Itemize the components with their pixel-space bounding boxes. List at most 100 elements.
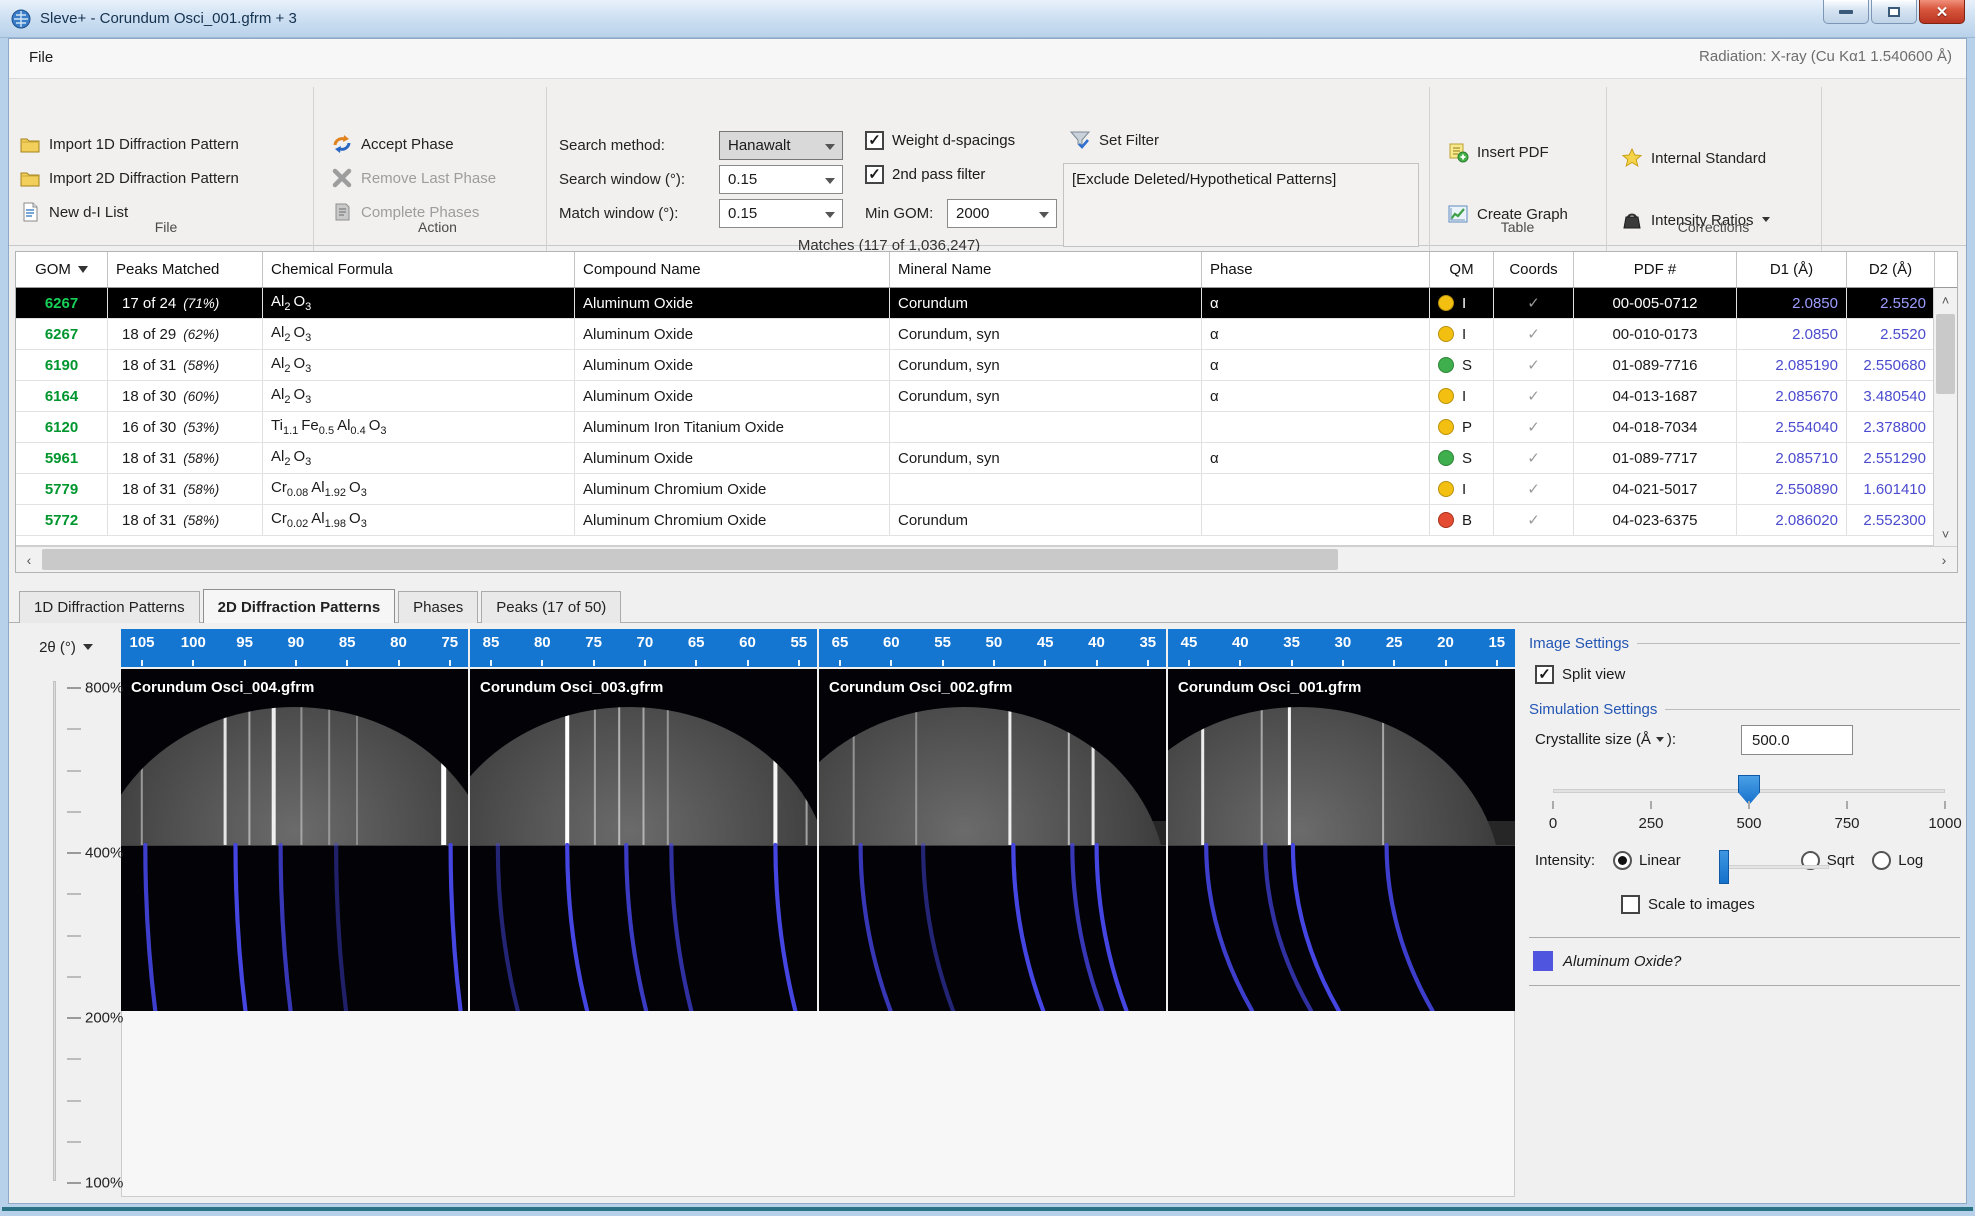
diffraction-panel[interactable]: Corundum Osci_001.gfrm <box>1168 669 1515 1011</box>
checkbox-icon <box>865 131 884 150</box>
gom-value: 5779 <box>24 481 99 498</box>
ruler-tick-label: 35 <box>1275 634 1309 651</box>
intensity-slider-handle[interactable] <box>1719 850 1729 884</box>
set-filter-button[interactable]: Set Filter <box>1069 125 1159 155</box>
button-insert-pdf[interactable]: Insert PDF <box>1447 137 1549 167</box>
button-accept-phase[interactable]: Accept Phase <box>331 129 454 159</box>
scale-to-images-checkbox[interactable]: Scale to images <box>1621 895 1755 914</box>
coords-check-icon: ✓ <box>1502 325 1565 343</box>
table-cell: Corundum <box>890 505 1202 535</box>
menu-file[interactable]: File <box>21 47 61 68</box>
table-row[interactable]: 619018 of 31(58%)Al2O3Aluminum OxideCoru… <box>16 350 1957 381</box>
two-theta-axis-selector[interactable]: 2θ (°) <box>13 627 119 667</box>
table-cell: Aluminum Iron Titanium Oxide <box>575 412 890 442</box>
table-cell: 3.480540 <box>1847 381 1935 411</box>
coords-check-icon: ✓ <box>1502 449 1565 467</box>
filter-icon <box>1069 129 1091 151</box>
diffraction-panel[interactable]: Corundum Osci_002.gfrm <box>819 669 1166 1011</box>
column-header-coords[interactable]: Coords <box>1494 252 1574 287</box>
column-header-gom[interactable]: GOM <box>16 252 108 287</box>
button-import-1d-diffraction-pattern[interactable]: Import 1D Diffraction Pattern <box>19 129 239 159</box>
diffraction-panel[interactable]: Corundum Osci_004.gfrm <box>121 669 468 1011</box>
phase-value: α <box>1210 326 1219 343</box>
minimize-button[interactable] <box>1823 0 1869 24</box>
table-row[interactable]: 616418 of 30(60%)Al2O3Aluminum OxideCoru… <box>16 381 1957 412</box>
filter-expression-box[interactable]: [Exclude Deleted/Hypothetical Patterns] <box>1063 163 1419 247</box>
table-cell: Corundum, syn <box>890 443 1202 473</box>
ruler-tick-label: 80 <box>382 634 416 651</box>
maximize-button[interactable] <box>1871 0 1917 24</box>
diffraction-panel[interactable]: Corundum Osci_003.gfrm <box>470 669 817 1011</box>
column-header-chemical-formula[interactable]: Chemical Formula <box>263 252 575 287</box>
tab-2d-diffraction-patterns[interactable]: 2D Diffraction Patterns <box>203 589 396 623</box>
qm-status-icon <box>1438 481 1454 497</box>
button-remove-last-phase[interactable]: Remove Last Phase <box>331 163 496 193</box>
match-window-input[interactable]: 0.15 <box>719 199 843 228</box>
scroll-right-icon[interactable]: › <box>1931 547 1957 572</box>
column-header-peaks-matched[interactable]: Peaks Matched <box>108 252 263 287</box>
formula-segment: Al1.92 <box>311 479 346 499</box>
scroll-up-icon[interactable]: ˄ <box>1934 288 1957 312</box>
table-cell: 01-089-7716 <box>1574 350 1737 380</box>
intensity-option-log[interactable]: Log <box>1872 851 1923 870</box>
column-header-mineral-name[interactable]: Mineral Name <box>890 252 1202 287</box>
table-hscrollbar[interactable]: ‹ › <box>16 546 1957 572</box>
column-header-qm[interactable]: QM <box>1430 252 1494 287</box>
table-row[interactable]: 577918 of 31(58%)Cr0.08Al1.92O3Aluminum … <box>16 474 1957 505</box>
table-vscrollbar[interactable]: ˄ ˅ <box>1933 288 1957 546</box>
min-gom-input[interactable]: 2000 <box>947 199 1057 228</box>
table-row[interactable]: 596118 of 31(58%)Al2O3Aluminum OxideCoru… <box>16 443 1957 474</box>
phase-legend-item[interactable]: Aluminum Oxide? <box>1533 951 1681 971</box>
coords-check-icon: ✓ <box>1502 356 1565 374</box>
formula-segment: Cr0.02 <box>271 510 308 530</box>
table-cell: Al2O3 <box>263 443 575 473</box>
zoom-slider-track[interactable] <box>53 681 56 1181</box>
button-import-2d-diffraction-pattern[interactable]: Import 2D Diffraction Pattern <box>19 163 239 193</box>
second-pass-filter-checkbox[interactable]: 2nd pass filter <box>865 165 985 184</box>
vscroll-thumb[interactable] <box>1936 314 1955 394</box>
ruler-tick-mark <box>1096 660 1098 666</box>
column-header-compound-name[interactable]: Compound Name <box>575 252 890 287</box>
weight-d-spacings-checkbox[interactable]: Weight d-spacings <box>865 131 1015 150</box>
intensity-slider-track[interactable] <box>1719 865 1829 869</box>
gom-value: 5961 <box>24 450 99 467</box>
close-button[interactable]: ✕ <box>1919 0 1965 24</box>
d1-value: 2.0850 <box>1745 326 1838 343</box>
scroll-down-icon[interactable]: ˅ <box>1934 522 1957 546</box>
table-row[interactable]: 612016 of 30(53%)Ti1.1Fe0.5Al0.4O3Alumin… <box>16 412 1957 443</box>
search-method-select[interactable]: Hanawalt <box>719 131 843 160</box>
slider-tick-mark <box>1944 801 1946 809</box>
tab-peaks-17-of-50-[interactable]: Peaks (17 of 50) <box>481 591 621 623</box>
tab-phases[interactable]: Phases <box>398 591 478 623</box>
scroll-left-icon[interactable]: ‹ <box>16 547 42 572</box>
table-cell <box>890 412 1202 442</box>
ruler-tick-mark <box>141 660 143 666</box>
table-row[interactable]: 626718 of 29(62%)Al2O3Aluminum OxideCoru… <box>16 319 1957 350</box>
d2-value: 2.5520 <box>1855 295 1926 312</box>
split-view-checkbox[interactable]: Split view <box>1535 665 1625 684</box>
peaks-matched-value: 16 of 30 <box>122 419 176 436</box>
column-header-d2-[interactable]: D2 (Å) <box>1847 252 1935 287</box>
diffraction-image <box>1168 669 1515 1011</box>
hscroll-thumb[interactable] <box>42 549 1338 570</box>
peaks-matched-percent: (60%) <box>183 389 219 404</box>
column-header-d1-[interactable]: D1 (Å) <box>1737 252 1847 287</box>
ruler-tick-label: 45 <box>1028 634 1062 651</box>
ruler-tick-mark <box>346 660 348 666</box>
table-row[interactable]: 577218 of 31(58%)Cr0.02Al1.98O3Aluminum … <box>16 505 1957 536</box>
crystallite-size-input[interactable]: 500.0 <box>1741 725 1853 755</box>
table-cell: 6164 <box>16 381 108 411</box>
button-internal-standard[interactable]: Internal Standard <box>1621 143 1766 173</box>
column-header-pdf-[interactable]: PDF # <box>1574 252 1737 287</box>
table-row[interactable]: 626717 of 24(71%)Al2O3Aluminum OxideCoru… <box>16 288 1957 319</box>
qm-status-icon <box>1438 388 1454 404</box>
chevron-down-icon[interactable] <box>1656 737 1664 742</box>
pdf-number: 01-089-7717 <box>1582 450 1728 467</box>
column-header-phase[interactable]: Phase <box>1202 252 1430 287</box>
search-window-input[interactable]: 0.15 <box>719 165 843 194</box>
toolbar-button-label: Remove Last Phase <box>361 170 496 187</box>
table-cell: Corundum <box>890 288 1202 318</box>
mineral-name: Corundum, syn <box>898 357 1000 374</box>
tab-1d-diffraction-patterns[interactable]: 1D Diffraction Patterns <box>19 591 200 623</box>
intensity-option-linear[interactable]: Linear <box>1613 851 1681 870</box>
